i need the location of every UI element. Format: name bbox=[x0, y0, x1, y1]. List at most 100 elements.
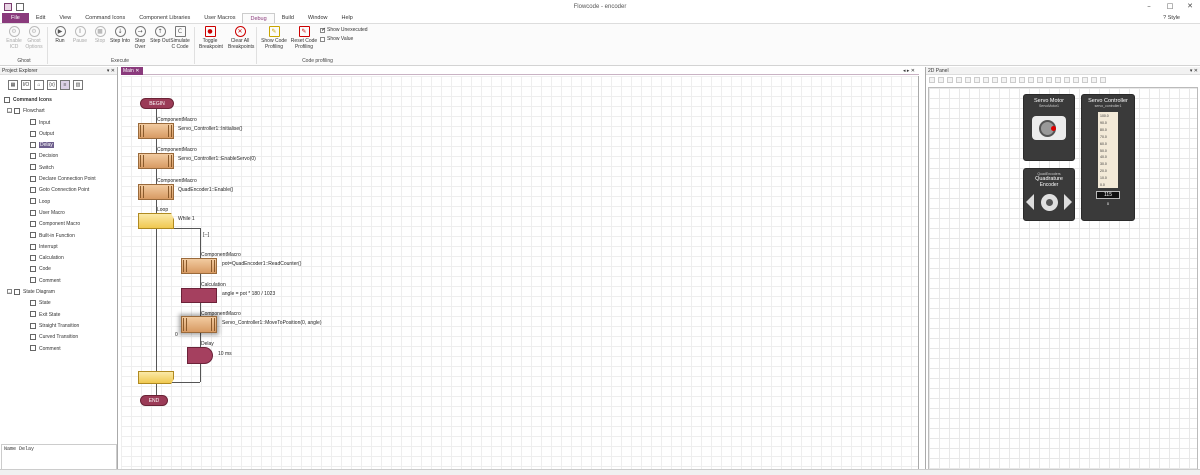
reset-code-profiling-button[interactable]: ✎ Reset Code Profiling bbox=[290, 26, 318, 50]
toolbar-icon[interactable] bbox=[1064, 77, 1070, 83]
encoder-knob-icon[interactable] bbox=[1041, 194, 1058, 211]
panel-close-icon[interactable]: ▾ ✕ bbox=[107, 67, 115, 75]
tree-flowchart[interactable]: – Flowchart bbox=[4, 106, 117, 117]
panel-close-icon[interactable]: ▾ ✕ bbox=[1190, 67, 1198, 75]
menu-user-macros[interactable]: User Macros bbox=[197, 13, 242, 23]
toolbar-icon[interactable] bbox=[965, 77, 971, 83]
component-macro-block-3[interactable] bbox=[138, 184, 174, 200]
toolbar-icon[interactable] bbox=[1019, 77, 1025, 83]
position-scale[interactable]: 100.0 90.0 80.0 70.0 60.0 50.0 40.0 30.0 20.0 10.… bbox=[1098, 112, 1118, 188]
quadrature-encoder-component[interactable]: QuadEncoders Quadrature Encoder bbox=[1023, 168, 1075, 221]
toolbar-icon[interactable] bbox=[1082, 77, 1088, 83]
tree-item-delay[interactable]: Delay bbox=[4, 140, 117, 151]
loop-end-block[interactable] bbox=[138, 371, 174, 384]
menu-debug[interactable]: Debug bbox=[242, 13, 275, 23]
flowchart-canvas[interactable]: BEGIN ComponentMacro Servo_Controller1::… bbox=[121, 76, 919, 469]
tree-item-goto-connection-point[interactable]: Goto Connection Point bbox=[4, 185, 117, 196]
clear-all-breakpoints-button[interactable]: ✕ Clear All Breakpoints bbox=[228, 26, 254, 50]
collapse-icon[interactable]: – bbox=[7, 289, 12, 295]
component-macro-block-1[interactable] bbox=[138, 123, 174, 139]
begin-terminal[interactable]: BEGIN bbox=[140, 98, 174, 109]
menu-help[interactable]: Help bbox=[334, 13, 359, 23]
run-button[interactable]: ▶ Run bbox=[50, 26, 70, 44]
delay-block[interactable] bbox=[187, 347, 213, 364]
close-icon[interactable]: ✕ bbox=[1182, 0, 1198, 13]
tree-item-code[interactable]: Code bbox=[4, 264, 117, 275]
tree-item-user-macro[interactable]: User Macro bbox=[4, 208, 117, 219]
tiles-icon[interactable]: ▥ bbox=[73, 80, 83, 90]
maximize-icon[interactable]: □ bbox=[1162, 0, 1178, 13]
toolbar-icon[interactable] bbox=[983, 77, 989, 83]
tree-item-input[interactable]: Input bbox=[4, 118, 117, 129]
menu-edit[interactable]: Edit bbox=[29, 13, 52, 23]
toolbar-icon[interactable] bbox=[1100, 77, 1106, 83]
menu-file[interactable]: File bbox=[2, 13, 29, 23]
menu-command-icons[interactable]: Command Icons bbox=[78, 13, 132, 23]
step-over-button[interactable]: → Step Over bbox=[130, 26, 150, 50]
toolbar-icon[interactable] bbox=[1091, 77, 1097, 83]
menu-build[interactable]: Build bbox=[275, 13, 301, 23]
tree-item-state-state[interactable]: State bbox=[4, 298, 117, 309]
servo-controller-component[interactable]: Servo Controller servo_controller1 100.0… bbox=[1081, 94, 1135, 221]
tree-item-component-macro[interactable]: Component Macro bbox=[4, 219, 117, 230]
macros-icon[interactable]: ≡ bbox=[60, 80, 70, 90]
tree-state-diagram[interactable]: – State Diagram bbox=[4, 287, 117, 298]
toolbar-icon[interactable] bbox=[1010, 77, 1016, 83]
style-menu[interactable]: ? Style bbox=[1163, 13, 1180, 23]
tree-item-calculation[interactable]: Calculation bbox=[4, 253, 117, 264]
menu-view[interactable]: View bbox=[52, 13, 78, 23]
step-into-button[interactable]: ↓ Step Into bbox=[110, 26, 130, 44]
stop-button[interactable]: ■ Stop bbox=[90, 26, 110, 44]
servo-motor-component[interactable]: Servo Motor ServoMotor1 bbox=[1023, 94, 1075, 161]
ghost-options-button[interactable]: ⚙ Ghost Options bbox=[24, 26, 44, 50]
tree-item-switch[interactable]: Switch bbox=[4, 163, 117, 174]
tree-item-declare-connection-point[interactable]: Declare Connection Point bbox=[4, 174, 117, 185]
tree-item-built-in-function[interactable]: Built-in Function bbox=[4, 231, 117, 242]
menu-component-libraries[interactable]: Component Libraries bbox=[132, 13, 197, 23]
simulate-c-code-button[interactable]: C Simulate C Code bbox=[170, 26, 190, 50]
tree-item-state-comment[interactable]: Comment bbox=[4, 344, 117, 355]
2d-panel-canvas[interactable]: Servo Motor ServoMotor1 Servo Controller… bbox=[928, 87, 1198, 471]
toolbar-icon[interactable] bbox=[956, 77, 962, 83]
save-icon[interactable] bbox=[16, 2, 24, 11]
tree-item-state-curved-transition[interactable]: Curved Transition bbox=[4, 332, 117, 343]
component-icon[interactable]: ⌂ bbox=[34, 80, 44, 90]
toolbar-icon[interactable] bbox=[1046, 77, 1052, 83]
show-unexecuted-checkbox[interactable]: ✓ Show Unexecuted bbox=[320, 27, 368, 33]
toolbar-icon[interactable] bbox=[1028, 77, 1034, 83]
tree-item-comment[interactable]: Comment bbox=[4, 276, 117, 287]
variables-icon[interactable]: {x} bbox=[47, 80, 57, 90]
toolbar-icon[interactable] bbox=[974, 77, 980, 83]
toolbar-icon[interactable] bbox=[1073, 77, 1079, 83]
tab-scroll-icon[interactable]: ◂ ▸ ✕ bbox=[903, 67, 915, 75]
show-value-checkbox[interactable]: Show Value bbox=[320, 36, 353, 42]
grid-icon[interactable]: ▦ bbox=[8, 80, 18, 90]
loop-block[interactable] bbox=[138, 213, 174, 229]
toolbar-icon[interactable] bbox=[1001, 77, 1007, 83]
toggle-breakpoint-button[interactable]: ● Toggle Breakpoint bbox=[199, 26, 223, 50]
step-out-button[interactable]: ↑ Step Out bbox=[150, 26, 170, 44]
show-code-profiling-button[interactable]: ✎ Show Code Profiling bbox=[260, 26, 288, 50]
calculation-block[interactable] bbox=[181, 288, 217, 303]
tree-item-state-exit-state[interactable]: Exit State bbox=[4, 310, 117, 321]
toolbar-icon[interactable] bbox=[1037, 77, 1043, 83]
tree-item-state-straight-transition[interactable]: Straight Transition bbox=[4, 321, 117, 332]
io-icon[interactable]: I/O bbox=[21, 80, 31, 90]
left-arrow-icon[interactable] bbox=[1026, 194, 1034, 210]
menu-window[interactable]: Window bbox=[301, 13, 335, 23]
toolbar-icon[interactable] bbox=[992, 77, 998, 83]
component-macro-block-4[interactable] bbox=[181, 258, 217, 274]
component-macro-block-2[interactable] bbox=[138, 153, 174, 169]
component-macro-block-5[interactable] bbox=[181, 316, 217, 333]
pause-button[interactable]: Ⅱ Pause bbox=[70, 26, 90, 44]
tree-item-loop[interactable]: Loop bbox=[4, 197, 117, 208]
toolbar-icon[interactable] bbox=[947, 77, 953, 83]
end-terminal[interactable]: END bbox=[140, 395, 168, 406]
minimize-icon[interactable]: – bbox=[1141, 0, 1157, 13]
toolbar-icon[interactable] bbox=[929, 77, 935, 83]
tree-item-interrupt[interactable]: Interrupt bbox=[4, 242, 117, 253]
tab-main[interactable]: Main ✕ bbox=[121, 67, 143, 75]
right-arrow-icon[interactable] bbox=[1064, 194, 1072, 210]
collapse-icon[interactable]: – bbox=[7, 108, 12, 114]
enable-icd-button[interactable]: ⚙ Enable ICD bbox=[4, 26, 24, 50]
